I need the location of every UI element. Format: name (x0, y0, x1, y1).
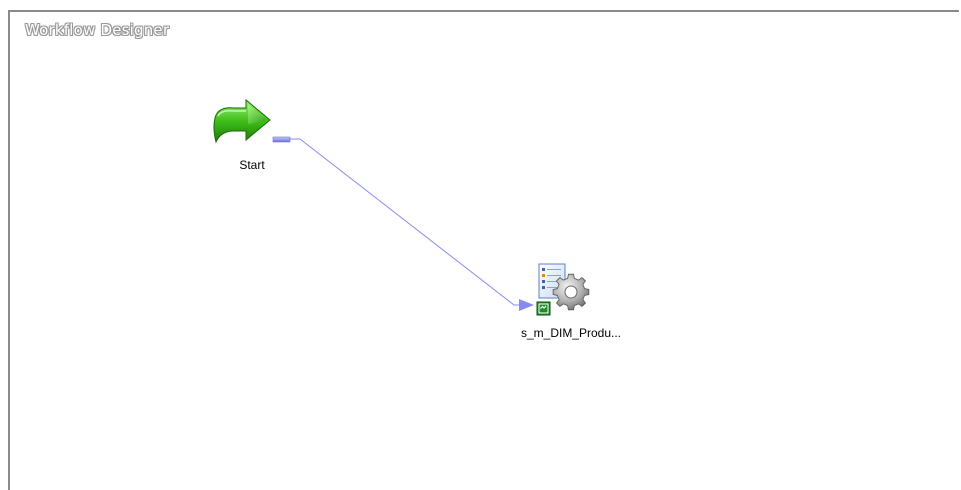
workflow-designer-canvas[interactable]: Workflow Designer Start s_m_DIM_Produ... (0, 0, 961, 490)
designer-title: Workflow Designer (25, 21, 170, 39)
session-task[interactable]: s_m_DIM_Produ... (495, 262, 655, 344)
session-task-label: s_m_DIM_Produ... (520, 326, 622, 340)
designer-frame (8, 10, 959, 490)
session-gear-icon (536, 263, 590, 316)
green-arrow-icon (213, 98, 271, 144)
start-task[interactable]: Start (212, 98, 288, 178)
start-task-label: Start (239, 158, 265, 172)
